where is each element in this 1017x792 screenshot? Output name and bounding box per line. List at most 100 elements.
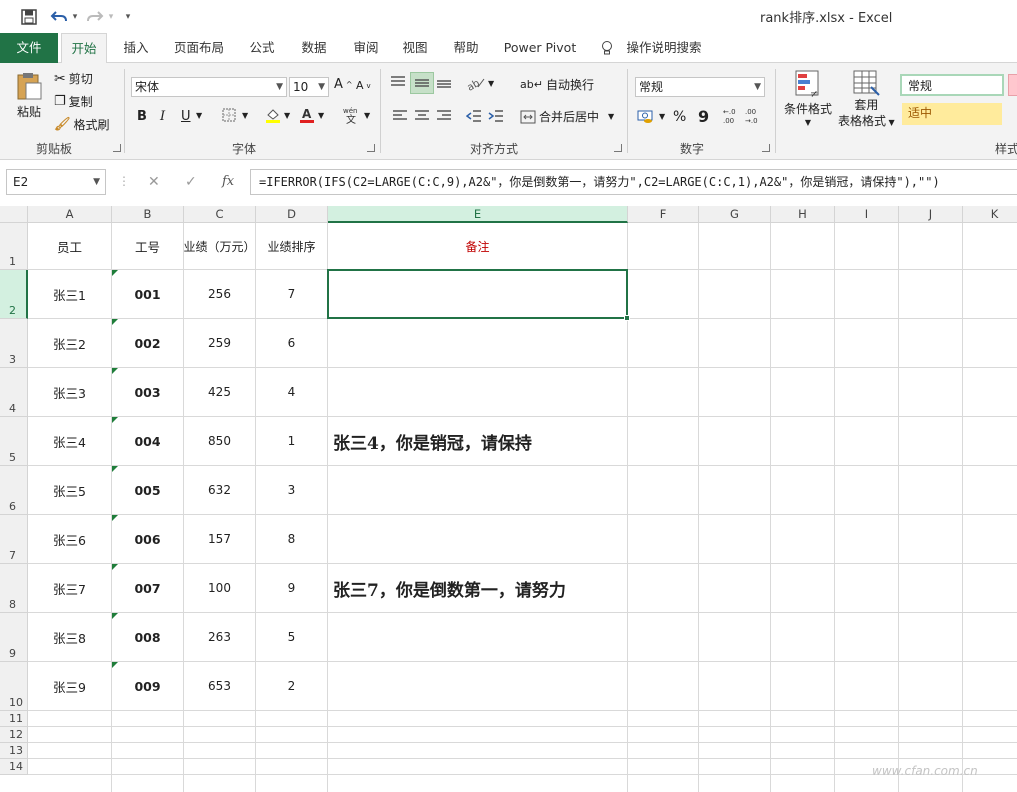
redo-dropdown-icon[interactable]: ▾ (106, 7, 116, 27)
align-right-icon[interactable] (436, 109, 452, 123)
cell-rank[interactable]: 9 (256, 564, 327, 612)
cell-rank[interactable]: 7 (256, 270, 327, 318)
cell-note[interactable] (328, 368, 928, 416)
cell-sales[interactable]: 263 (184, 613, 255, 661)
row-header-5[interactable]: 5 (0, 417, 28, 466)
decrease-indent-icon[interactable] (466, 109, 482, 123)
tab-review[interactable]: 审阅 (344, 33, 388, 63)
cell-rank[interactable]: 8 (256, 515, 327, 563)
cell-employee-name[interactable]: 张三2 (28, 319, 111, 367)
cell-note[interactable]: 张三4，你是销冠，请保持 (328, 417, 928, 465)
cell-rank[interactable]: 3 (256, 466, 327, 514)
cell-employee-name[interactable]: 张三7 (28, 564, 111, 612)
cell-sales[interactable]: 653 (184, 662, 255, 710)
align-left-icon[interactable] (392, 109, 408, 123)
cell-employee-name[interactable]: 张三5 (28, 466, 111, 514)
row-header-7[interactable]: 7 (0, 515, 28, 564)
row-header-3[interactable]: 3 (0, 319, 28, 368)
row-header-8[interactable]: 8 (0, 564, 28, 613)
cell-employee-id[interactable]: 007 (112, 564, 183, 612)
merge-center-button[interactable]: 合并后居中 (520, 108, 599, 125)
tab-view[interactable]: 视图 (393, 33, 437, 63)
increase-decimal-icon[interactable]: ←.0.00 (722, 107, 742, 125)
cell-employee-id[interactable]: 009 (112, 662, 183, 710)
cell-employee-name[interactable]: 张三9 (28, 662, 111, 710)
cell-employee-id[interactable]: 006 (112, 515, 183, 563)
row-header-9[interactable]: 9 (0, 613, 28, 662)
cell-sales[interactable]: 256 (184, 270, 255, 318)
font-name-select[interactable]: 宋体 ▼ (131, 77, 287, 97)
style-bad[interactable] (1008, 74, 1017, 96)
row-header-14[interactable]: 14 (0, 759, 28, 775)
cell-employee-id[interactable]: 008 (112, 613, 183, 661)
wrap-text-button[interactable]: ab↵ 自动换行 (520, 76, 594, 93)
font-launcher-icon[interactable] (367, 144, 375, 152)
row-header-13[interactable]: 13 (0, 743, 28, 759)
cell-rank[interactable]: 5 (256, 613, 327, 661)
cell-employee-id[interactable]: 004 (112, 417, 183, 465)
cell-sales[interactable]: 259 (184, 319, 255, 367)
cut-button[interactable]: ✂ 剪切 (54, 70, 93, 87)
cell-employee-name[interactable]: 张三4 (28, 417, 111, 465)
cell-employee-id[interactable]: 005 (112, 466, 183, 514)
orientation-icon[interactable]: ab (466, 75, 486, 91)
fill-color-icon[interactable] (264, 106, 282, 124)
cell-rank[interactable]: 1 (256, 417, 327, 465)
column-header-c[interactable]: C (184, 206, 256, 223)
cell-employee-name[interactable]: 张三1 (28, 270, 111, 318)
cell-employee-id[interactable]: 003 (112, 368, 183, 416)
cell-employee-id[interactable]: 002 (112, 319, 183, 367)
chevron-down-icon[interactable]: ▼ (364, 111, 370, 120)
cancel-icon[interactable]: ✕ (148, 174, 160, 190)
header-note[interactable]: 备注 (328, 223, 627, 269)
alignment-launcher-icon[interactable] (614, 144, 622, 152)
style-normal[interactable]: 常规 (900, 74, 1004, 96)
row-header-12[interactable]: 12 (0, 727, 28, 743)
align-center-icon[interactable] (414, 109, 430, 123)
chevron-down-icon[interactable]: ▼ (284, 111, 290, 120)
number-launcher-icon[interactable] (762, 144, 770, 152)
tab-file[interactable]: 文件 (0, 33, 58, 63)
cell-note[interactable] (328, 515, 928, 563)
style-neutral[interactable]: 适中 (902, 103, 1002, 125)
row-header-2[interactable]: 2 (0, 270, 28, 319)
column-header-g[interactable]: G (699, 206, 771, 223)
align-top-icon[interactable] (390, 75, 406, 89)
cell-note[interactable] (328, 319, 928, 367)
phonetic-guide-icon[interactable]: wén 文 (342, 105, 362, 125)
cell-sales[interactable]: 632 (184, 466, 255, 514)
cell-note[interactable] (328, 662, 928, 710)
undo-icon[interactable] (48, 7, 70, 27)
tab-data[interactable]: 数据 (292, 33, 336, 63)
column-header-k[interactable]: K (963, 206, 1017, 223)
italic-button[interactable]: I (160, 109, 165, 124)
select-all-corner[interactable] (0, 206, 28, 223)
percent-button[interactable]: % (673, 109, 686, 125)
increase-indent-icon[interactable] (488, 109, 504, 123)
column-header-f[interactable]: F (628, 206, 699, 223)
cell-note[interactable]: 张三7，你是倒数第一，请努力 (328, 564, 928, 612)
row-header-11[interactable]: 11 (0, 711, 28, 727)
row-header-4[interactable]: 4 (0, 368, 28, 417)
bold-button[interactable]: B (137, 109, 147, 124)
tab-power-pivot[interactable]: Power Pivot (498, 33, 582, 63)
cell-employee-name[interactable]: 张三6 (28, 515, 111, 563)
cell-sales[interactable]: 100 (184, 564, 255, 612)
enter-icon[interactable]: ✓ (185, 174, 197, 190)
header-rank[interactable]: 业绩排序 (256, 223, 327, 269)
header-sales[interactable]: 业绩（万元） (184, 223, 256, 269)
tab-insert[interactable]: 插入 (114, 33, 158, 63)
tab-help[interactable]: 帮助 (444, 33, 488, 63)
font-size-select[interactable]: 10 ▼ (289, 77, 329, 97)
shrink-font-icon[interactable]: Av (356, 79, 371, 92)
chevron-down-icon[interactable]: ▼ (318, 111, 324, 120)
borders-icon[interactable] (222, 108, 236, 122)
formula-input[interactable]: =IFERROR(IFS(C2=LARGE(C:C,9),A2&"，你是倒数第一… (250, 169, 1017, 195)
column-header-d[interactable]: D (256, 206, 328, 223)
chevron-down-icon[interactable]: ▼ (608, 112, 614, 121)
chevron-down-icon[interactable]: ▼ (242, 111, 248, 120)
undo-dropdown-icon[interactable]: ▾ (70, 7, 80, 27)
paste-button[interactable]: 粘贴 (14, 71, 44, 120)
column-header-i[interactable]: I (835, 206, 899, 223)
cell-sales[interactable]: 157 (184, 515, 255, 563)
